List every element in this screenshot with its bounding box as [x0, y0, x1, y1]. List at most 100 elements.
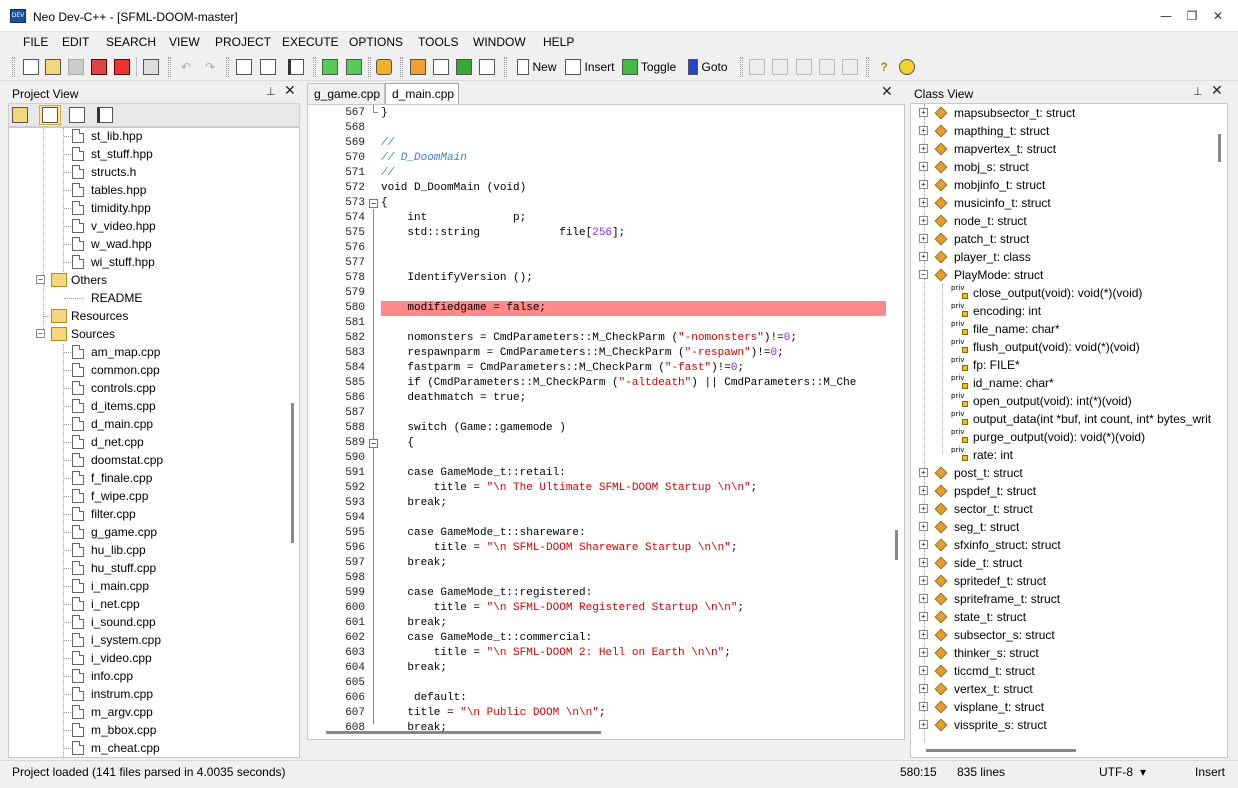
project-file-item[interactable]: i_video.cpp [9, 649, 281, 667]
replace-button[interactable] [258, 57, 278, 77]
insert-button[interactable]: Insert [564, 57, 616, 77]
class-h-scrollbar[interactable] [911, 742, 1211, 757]
code-line[interactable]: case GameMode_t::registered: [381, 586, 886, 601]
code-line[interactable]: int p; [381, 211, 886, 226]
project-file-item[interactable]: doomstat.cpp [9, 451, 281, 469]
help-button[interactable]: ? [874, 57, 894, 77]
class-item[interactable]: + node_t: struct [911, 212, 1211, 230]
project-file-item[interactable]: m_bbox.cpp [9, 721, 281, 739]
class-item[interactable]: + seg_t: struct [911, 518, 1211, 536]
project-file-item[interactable]: st_lib.hpp [9, 128, 281, 145]
code-line[interactable]: IdentifyVersion (); [381, 271, 886, 286]
toolbar-grip[interactable] [226, 57, 229, 77]
new-class-button[interactable]: New [514, 57, 560, 77]
toolbar-grip[interactable] [313, 57, 316, 77]
fold-toggle-589[interactable]: − [369, 439, 378, 448]
code-line[interactable]: nomonsters = CmdParameters::M_CheckParm … [381, 331, 886, 346]
class-item[interactable]: + vissprite_s: struct [911, 716, 1211, 734]
class-item[interactable]: + patch_t: struct [911, 230, 1211, 248]
code-line[interactable]: } [381, 106, 886, 121]
code-line[interactable] [381, 256, 886, 271]
code-line[interactable]: title = "\n Public DOOM \n\n"; [381, 706, 886, 721]
project-file-item[interactable]: instrum.cpp [9, 685, 281, 703]
class-member-item[interactable]: priv encoding: int [911, 302, 1211, 320]
project-file-item[interactable]: d_net.cpp [9, 433, 281, 451]
expand-toggle[interactable]: + [919, 180, 928, 189]
project-file-item[interactable]: i_sound.cpp [9, 613, 281, 631]
expand-toggle[interactable]: + [919, 468, 928, 477]
code-line[interactable]: // D_DoomMain [381, 151, 886, 166]
project-tree[interactable]: st_lib.hpp st_stuff.hpp structs.h tables.hp… [8, 127, 300, 758]
toggle-bookmark-button[interactable]: Toggle [620, 57, 678, 77]
goto-bookmark-button[interactable]: Goto [685, 57, 731, 77]
project-file-item[interactable]: common.cpp [9, 361, 281, 379]
code-line[interactable]: title = "\n SFML-DOOM 2: Hell on Earth \… [381, 646, 886, 661]
expand-toggle[interactable]: + [919, 594, 928, 603]
code-line[interactable] [381, 286, 886, 301]
project-folder-item[interactable]: − Others [9, 271, 281, 289]
code-line[interactable]: break; [381, 661, 886, 676]
code-line[interactable]: { [381, 196, 886, 211]
code-line[interactable] [381, 316, 886, 331]
project-file-item[interactable]: hu_lib.cpp [9, 541, 281, 559]
compile-run-button[interactable] [454, 57, 474, 77]
expand-toggle[interactable]: + [919, 126, 928, 135]
save-all-button[interactable] [89, 57, 109, 77]
view-button-4[interactable] [817, 57, 837, 77]
expand-toggle[interactable]: + [919, 666, 928, 675]
expand-toggle[interactable]: + [919, 576, 928, 585]
class-item[interactable]: + subsector_s: struct [911, 626, 1211, 644]
project-file-item[interactable]: f_finale.cpp [9, 469, 281, 487]
project-file-item[interactable]: m_cheat.cpp [9, 739, 281, 757]
code-line[interactable] [381, 241, 886, 256]
project-file-item[interactable]: f_wipe.cpp [9, 487, 281, 505]
code-line[interactable] [381, 511, 886, 526]
class-item[interactable]: + side_t: struct [911, 554, 1211, 572]
class-item[interactable]: + visplane_t: struct [911, 698, 1211, 716]
menu-help[interactable]: HELP [543, 35, 574, 49]
expand-toggle[interactable]: + [919, 648, 928, 657]
project-scrollbar[interactable] [284, 128, 299, 757]
fold-toggle-573[interactable]: − [369, 199, 378, 208]
class-member-item[interactable]: priv file_name: char* [911, 320, 1211, 338]
goto-file-button[interactable] [97, 107, 117, 123]
view-button-3[interactable] [794, 57, 814, 77]
class-member-item[interactable]: priv purge_output(void): void(*)(void) [911, 428, 1211, 446]
class-item[interactable]: + spriteframe_t: struct [911, 590, 1211, 608]
code-line[interactable] [381, 571, 886, 586]
close-file-button[interactable] [112, 57, 132, 77]
collapse-toggle[interactable]: − [36, 275, 45, 284]
class-item[interactable]: + sector_t: struct [911, 500, 1211, 518]
project-scrollbar-thumb[interactable] [291, 403, 294, 543]
expand-toggle[interactable]: + [919, 684, 928, 693]
save-button[interactable] [66, 57, 86, 77]
menu-options[interactable]: OPTIONS [349, 35, 403, 49]
code-line[interactable]: respawnparm = CmdParameters::M_CheckParm… [381, 346, 886, 361]
show-files-toggle[interactable] [39, 105, 61, 125]
class-member-item[interactable]: priv output_data(int *buf, int count, int… [911, 410, 1211, 428]
project-options-button[interactable] [374, 57, 394, 77]
collapse-all-button[interactable] [69, 107, 89, 123]
menu-view[interactable]: VIEW [169, 35, 200, 49]
project-file-item[interactable]: i_net.cpp [9, 595, 281, 613]
project-folder-item[interactable]: Resources [9, 307, 281, 325]
class-item[interactable]: + musicinfo_t: struct [911, 194, 1211, 212]
chevron-down-icon[interactable]: ▾ [1140, 765, 1146, 779]
view-button-2[interactable] [770, 57, 790, 77]
tab-d-main-cpp[interactable]: d_main.cpp [385, 83, 459, 105]
expand-toggle[interactable]: + [919, 720, 928, 729]
collapse-toggle[interactable]: − [919, 270, 928, 279]
project-view-close-button[interactable]: ✕ [284, 83, 296, 99]
open-file-button[interactable] [43, 57, 63, 77]
class-tree[interactable]: + mapsubsector_t: struct + mapthing_t: stru… [910, 103, 1228, 758]
toolbar-grip[interactable] [400, 57, 403, 77]
class-item[interactable]: + state_t: struct [911, 608, 1211, 626]
project-file-item[interactable]: i_system.cpp [9, 631, 281, 649]
expand-toggle[interactable]: + [919, 630, 928, 639]
code-line[interactable]: switch (Game::gamemode ) [381, 421, 886, 436]
toolbar-grip[interactable] [740, 57, 743, 77]
toolbar-grip[interactable] [504, 57, 507, 77]
code-line[interactable]: break; [381, 556, 886, 571]
code-line[interactable]: break; [381, 721, 886, 736]
class-member-item[interactable]: priv rate: int [911, 446, 1211, 464]
